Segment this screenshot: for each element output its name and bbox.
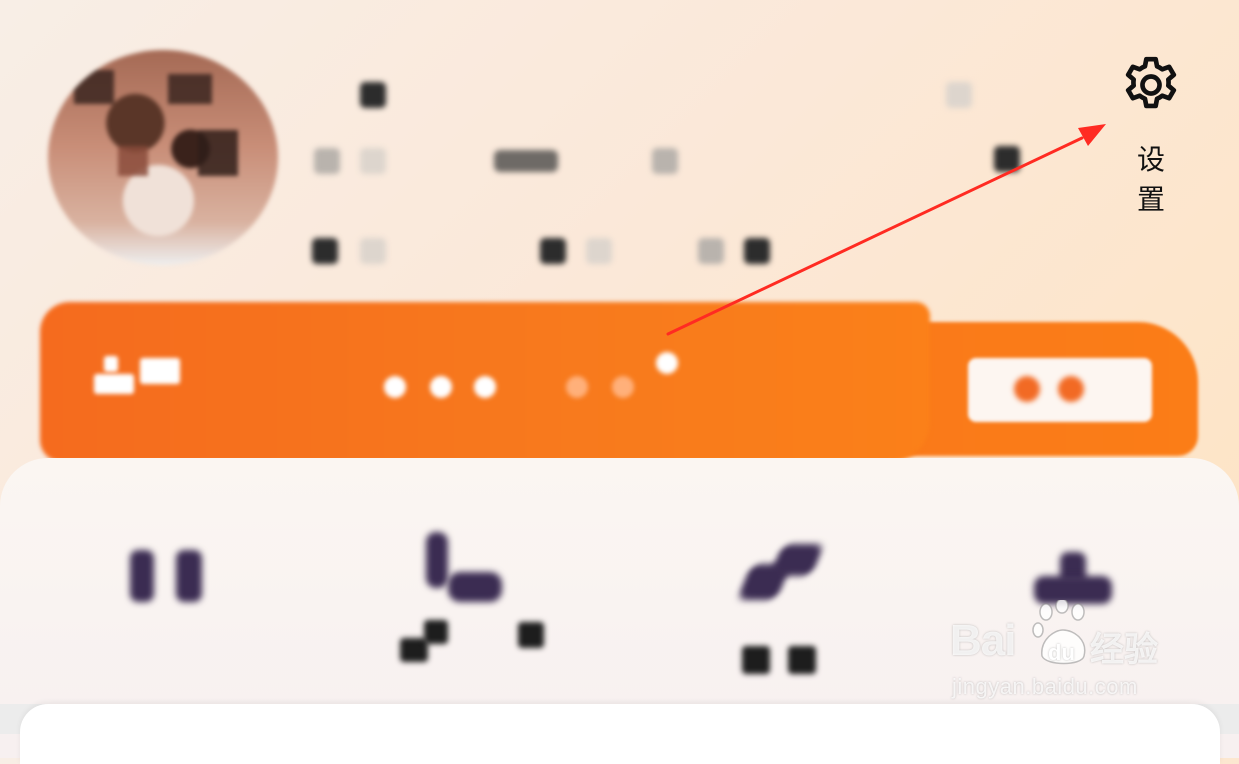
menu-item-2[interactable] bbox=[360, 518, 544, 688]
banner-text bbox=[612, 376, 634, 398]
next-section-card bbox=[20, 704, 1220, 764]
svg-text:du: du bbox=[1048, 640, 1075, 665]
membership-banner[interactable] bbox=[40, 302, 1200, 472]
redacted-text bbox=[494, 150, 558, 172]
menu-item-1[interactable] bbox=[90, 518, 270, 688]
watermark-brand-cn: 经验 bbox=[1090, 630, 1158, 670]
banner-text bbox=[656, 352, 678, 374]
redacted-text bbox=[586, 238, 612, 264]
redacted-text bbox=[946, 82, 972, 108]
watermark-brand: Bai bbox=[950, 616, 1016, 665]
paw-icon: du bbox=[1032, 600, 1086, 665]
banner-logo bbox=[90, 352, 182, 398]
menu-label bbox=[788, 646, 816, 674]
gear-icon bbox=[1125, 56, 1177, 109]
menu-label bbox=[518, 622, 544, 648]
menu-label bbox=[424, 620, 448, 644]
menu-label bbox=[742, 646, 770, 674]
baidu-watermark: Bai du 经验 jingyan.baidu.com bbox=[950, 600, 1190, 710]
settings-label: 设 置 bbox=[1136, 143, 1175, 216]
banner-text bbox=[474, 376, 496, 398]
redacted-text bbox=[744, 238, 770, 264]
menu-icon bbox=[426, 532, 448, 588]
avatar[interactable] bbox=[48, 50, 278, 265]
banner-text bbox=[384, 376, 406, 398]
banner-text bbox=[566, 376, 588, 398]
menu-icon bbox=[130, 550, 154, 602]
banner-action-button[interactable] bbox=[968, 358, 1152, 422]
redacted-text bbox=[698, 238, 724, 264]
redacted-text bbox=[360, 148, 386, 174]
settings-button[interactable]: 设 置 bbox=[1108, 50, 1194, 216]
menu-icon bbox=[448, 572, 502, 602]
menu-icon bbox=[769, 544, 825, 576]
redacted-text bbox=[360, 238, 386, 264]
redacted-text bbox=[360, 82, 386, 108]
redacted-text bbox=[652, 148, 678, 174]
redacted-text bbox=[314, 148, 340, 174]
watermark-url: jingyan.baidu.com bbox=[952, 674, 1138, 699]
redacted-text bbox=[312, 238, 338, 264]
menu-icon bbox=[176, 550, 202, 602]
menu-item-3[interactable] bbox=[700, 518, 880, 688]
redacted-text bbox=[540, 238, 566, 264]
redacted-text bbox=[994, 146, 1020, 172]
banner-text bbox=[430, 376, 452, 398]
